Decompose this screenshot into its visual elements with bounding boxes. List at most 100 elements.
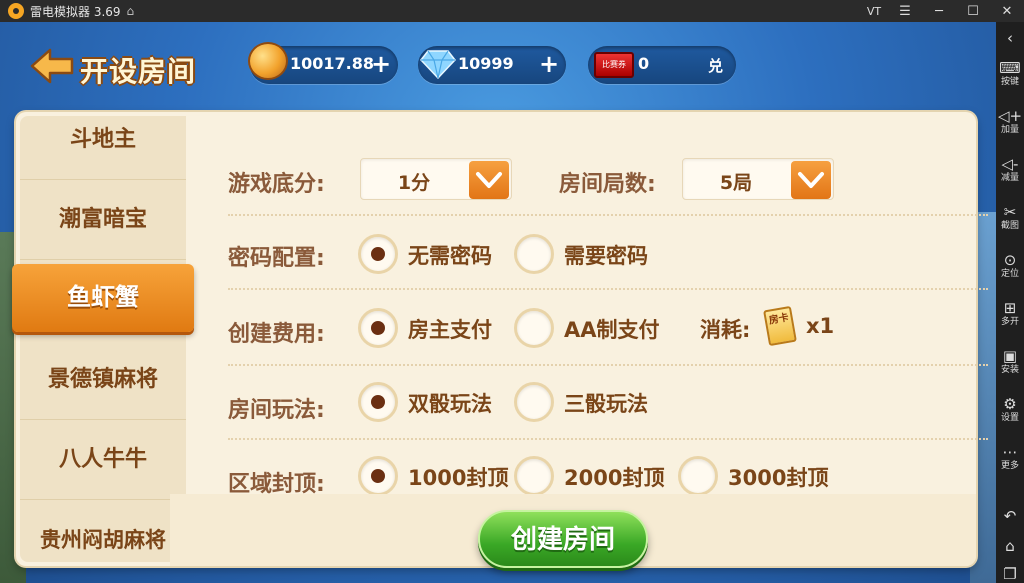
- cap-1000-label[interactable]: 1000封顶: [408, 462, 508, 492]
- game-screen: 开设房间 10017.88 + 10999 + 比赛券 0 兑 斗地主 潮富暗宝…: [0, 22, 996, 583]
- emulator-titlebar: 雷电模拟器 3.69 ⌂ VT ☰ ─ ☐ ✕: [0, 0, 1024, 22]
- gold-value: 10017.88: [290, 54, 375, 73]
- fee-owner-radio[interactable]: [358, 308, 398, 348]
- base-score-select[interactable]: 1分: [360, 158, 512, 200]
- password-required-label[interactable]: 需要密码: [564, 240, 648, 270]
- rounds-value: 5局: [719, 172, 753, 194]
- password-label: 密码配置:: [228, 246, 325, 271]
- exchange-button[interactable]: 兑: [708, 55, 723, 76]
- fee-aa-radio[interactable]: [514, 308, 554, 348]
- screenshot-button[interactable]: ✂ 截图: [996, 204, 1024, 232]
- base-score-value: 1分: [397, 172, 431, 194]
- emulator-toolbar: ‹ ⌨ 按键 ◁+ 加量 ◁- 减量 ✂ 截图 ⊙ 定位 ⊞ 多开 ▣ 安装 ⚙ 设置 ⋯ 更多 …: [996, 22, 1024, 583]
- sidebar-item-bariren-niuniu[interactable]: 八人牛牛: [20, 420, 186, 500]
- diamond-icon: [420, 50, 456, 79]
- multi-instance-icon: ⊞: [1003, 299, 1017, 317]
- sidebar-item-guizhou-mahjong[interactable]: 贵州闷胡麻将: [20, 500, 186, 580]
- close-icon[interactable]: ✕: [990, 4, 1024, 19]
- password-none-radio[interactable]: [358, 234, 398, 274]
- add-diamond-button[interactable]: +: [536, 52, 562, 78]
- back-icon: ↶: [1003, 507, 1017, 525]
- fee-label: 创建费用:: [228, 322, 325, 347]
- ticket-icon: 比赛券: [594, 52, 634, 78]
- sidebar-item-chaofu-anbao[interactable]: 潮富暗宝: [20, 180, 186, 260]
- volume-down-button[interactable]: ◁- 减量: [996, 156, 1024, 184]
- diamond-balance: 10999 +: [418, 46, 566, 84]
- gold-icon: [248, 42, 288, 80]
- location-button[interactable]: ⊙ 定位: [996, 252, 1024, 280]
- room-card-icon: 房卡: [763, 305, 797, 347]
- play-two-dice-label[interactable]: 双骰玩法: [408, 388, 492, 418]
- chevron-down-icon[interactable]: [469, 161, 509, 199]
- gamepad-icon[interactable]: ⌂: [127, 4, 135, 18]
- location-icon: ⊙: [1003, 251, 1017, 269]
- password-none-label[interactable]: 无需密码: [408, 240, 492, 270]
- row-divider: [228, 288, 988, 290]
- android-recents-button[interactable]: ❐: [996, 566, 1024, 582]
- cap-1000-radio[interactable]: [358, 456, 398, 496]
- play-three-dice-radio[interactable]: [514, 382, 554, 422]
- ticket-value: 0: [638, 54, 650, 73]
- base-score-label: 游戏底分:: [228, 172, 325, 197]
- rounds-label: 房间局数:: [559, 172, 656, 197]
- vt-indicator[interactable]: VT: [860, 5, 888, 18]
- play-two-dice-radio[interactable]: [358, 382, 398, 422]
- keyboard-icon: ⌨: [999, 59, 1021, 77]
- cap-3000-label[interactable]: 3000封顶: [728, 462, 828, 492]
- home-icon: ⌂: [1005, 537, 1015, 555]
- row-divider: [228, 364, 988, 366]
- install-apk-button[interactable]: ▣ 安装: [996, 348, 1024, 376]
- add-gold-button[interactable]: +: [368, 52, 394, 78]
- row-divider: [228, 214, 988, 216]
- sidebar-item-jingdezhen-mahjong[interactable]: 景德镇麻将: [20, 340, 186, 420]
- gear-icon: ⚙: [1003, 395, 1017, 413]
- play-three-dice-label[interactable]: 三骰玩法: [564, 388, 648, 418]
- radio-selected-dot: [371, 247, 385, 261]
- menu-icon[interactable]: ☰: [888, 4, 922, 19]
- cap-2000-label[interactable]: 2000封顶: [564, 462, 664, 492]
- more-button[interactable]: ⋯ 更多: [996, 444, 1024, 472]
- volume-down-icon: ◁-: [1001, 155, 1019, 173]
- game-list: 斗地主 潮富暗宝 景德镇麻将 八人牛牛 贵州闷胡麻将 鱼虾蟹: [12, 116, 194, 562]
- collapse-icon: ‹: [1007, 29, 1013, 47]
- rounds-select[interactable]: 5局: [682, 158, 834, 200]
- keymap-button[interactable]: ⌨ 按键: [996, 60, 1024, 88]
- cap-2000-radio[interactable]: [514, 456, 554, 496]
- android-back-button[interactable]: ↶: [996, 508, 1024, 524]
- play-mode-label: 房间玩法:: [228, 398, 325, 423]
- settings-button[interactable]: ⚙ 设置: [996, 396, 1024, 424]
- back-button[interactable]: [30, 48, 74, 84]
- back-arrow-icon: [30, 48, 74, 84]
- gold-balance: 10017.88 +: [248, 42, 398, 84]
- chevron-down-icon[interactable]: [791, 161, 831, 199]
- fee-owner-label[interactable]: 房主支付: [408, 314, 492, 344]
- radio-selected-dot: [371, 321, 385, 335]
- android-home-button[interactable]: ⌂: [996, 538, 1024, 554]
- cost-count: x1: [806, 314, 835, 338]
- sidebar-item-yuxiaxie-selected[interactable]: 鱼虾蟹: [12, 264, 194, 332]
- multi-instance-button[interactable]: ⊞ 多开: [996, 300, 1024, 328]
- password-required-radio[interactable]: [514, 234, 554, 274]
- radio-selected-dot: [371, 469, 385, 483]
- maximize-icon[interactable]: ☐: [956, 4, 990, 19]
- diamond-value: 10999: [458, 54, 514, 73]
- collapse-toolbar-button[interactable]: ‹: [996, 30, 1024, 46]
- apk-icon: ▣: [1002, 347, 1018, 365]
- scissors-icon: ✂: [1003, 203, 1017, 221]
- emulator-title: 雷电模拟器 3.69: [30, 4, 121, 19]
- minimize-icon[interactable]: ─: [922, 4, 956, 19]
- more-icon: ⋯: [1002, 443, 1018, 461]
- cap-3000-radio[interactable]: [678, 456, 718, 496]
- volume-up-button[interactable]: ◁+ 加量: [996, 108, 1024, 136]
- fee-aa-label[interactable]: AA制支付: [564, 314, 660, 344]
- volume-up-icon: ◁+: [997, 107, 1023, 125]
- cost-label: 消耗:: [700, 318, 751, 342]
- create-room-button[interactable]: 创建房间: [478, 510, 648, 568]
- page-title: 开设房间: [80, 55, 197, 88]
- emulator-logo-icon: [8, 3, 24, 19]
- row-divider: [228, 438, 988, 440]
- ticket-balance: 比赛券 0 兑: [588, 46, 736, 84]
- sidebar-item-doudizhu[interactable]: 斗地主: [20, 100, 186, 180]
- radio-selected-dot: [371, 395, 385, 409]
- recents-icon: ❐: [1003, 565, 1017, 583]
